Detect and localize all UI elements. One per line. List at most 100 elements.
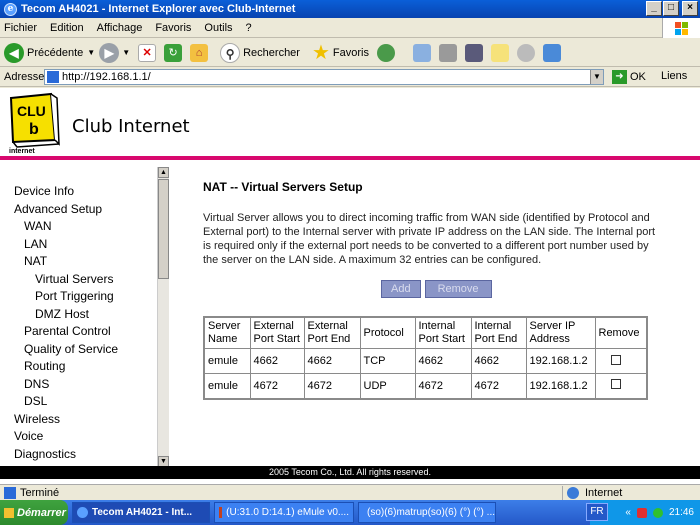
emule-icon — [219, 507, 223, 518]
page-done-icon — [4, 486, 16, 499]
nav-advanced-setup[interactable]: Advanced Setup — [14, 202, 102, 216]
maximize-button[interactable]: □ — [663, 1, 679, 16]
search-label: Rechercher — [243, 46, 300, 59]
cell-int-port-start: 4672 — [414, 373, 472, 399]
favorites-button[interactable]: ★ Favoris — [312, 40, 369, 65]
menu-help[interactable]: ? — [246, 22, 252, 34]
forward-dropdown-icon[interactable]: ▼ — [122, 48, 130, 57]
favorites-label: Favoris — [332, 46, 369, 59]
forward-button[interactable]: ▶ ▼ — [99, 42, 130, 63]
menu-edition[interactable]: Edition — [50, 22, 84, 34]
logo-text-clu: CLU — [17, 103, 46, 119]
browser-window: e Tecom AH4021 - Internet Explorer avec … — [0, 0, 700, 500]
brand-header: CLU b internet Club Internet — [0, 88, 700, 160]
nav-parental-control[interactable]: Parental Control — [24, 324, 111, 338]
nav-wireless[interactable]: Wireless — [14, 412, 60, 426]
back-dropdown-icon[interactable]: ▼ — [87, 48, 95, 57]
task-emule[interactable]: (U:31.0 D:14.1) eMule v0.... — [214, 502, 354, 523]
task-messenger[interactable]: (so)(6)matrup(so)(6) (°) (°) ... — [358, 502, 496, 523]
brand-name: Club Internet — [72, 116, 190, 137]
home-icon[interactable]: ⌂ — [190, 43, 209, 62]
toolbar: ◀ Précédente ▼ ▶ ▼ ✕ ↻ ⌂ ⚲ Rechercher ★ … — [0, 39, 700, 67]
col-protocol: Protocol — [359, 316, 416, 349]
print-icon[interactable] — [438, 43, 457, 62]
go-button[interactable]: ➜ OK — [612, 70, 646, 84]
star-icon: ★ — [311, 42, 330, 64]
menu-fichier[interactable]: Fichier — [4, 22, 37, 34]
page-footer: 2005 Tecom Co., Ltd. All rights reserved… — [0, 466, 700, 479]
remove-button[interactable]: Remove — [424, 280, 492, 298]
address-label: Adresse — [4, 70, 45, 83]
task-ie[interactable]: Tecom AH4021 - Int... — [72, 502, 210, 523]
menu-affichage[interactable]: Affichage — [97, 22, 143, 34]
menu-outils[interactable]: Outils — [204, 22, 232, 34]
nav-dns[interactable]: DNS — [24, 377, 49, 391]
back-button[interactable]: ◀ Précédente ▼ — [4, 42, 95, 63]
nav-diagnostics[interactable]: Diagnostics — [14, 447, 76, 461]
language-indicator[interactable]: FR — [586, 503, 608, 521]
cell-int-port-end: 4672 — [470, 373, 527, 399]
nav-dmz-host[interactable]: DMZ Host — [35, 307, 89, 321]
cell-remove — [594, 348, 648, 374]
tray-network-icon[interactable] — [652, 507, 663, 518]
start-button[interactable]: Démarrer — [0, 500, 68, 525]
clock: 21:46 — [668, 507, 694, 518]
edit-icon[interactable] — [464, 43, 483, 62]
nav-port-triggering[interactable]: Port Triggering — [35, 289, 114, 303]
nav-nat[interactable]: NAT — [24, 254, 47, 268]
add-button[interactable]: Add — [381, 280, 421, 298]
history-icon[interactable] — [376, 43, 395, 62]
close-button[interactable]: × — [682, 1, 698, 16]
go-label: OK — [630, 71, 646, 83]
minimize-button[interactable]: _ — [646, 1, 662, 16]
table-row: emule 4672 4672 UDP 4672 4672 192.168.1.… — [203, 373, 648, 399]
nav-wan[interactable]: WAN — [24, 219, 52, 233]
stop-icon[interactable]: ✕ — [138, 43, 157, 62]
search-icon: ⚲ — [220, 42, 241, 63]
note-icon[interactable] — [490, 43, 509, 62]
tray-app-icon[interactable] — [636, 507, 647, 518]
task-ie-label: Tecom AH4021 - Int... — [92, 507, 193, 518]
globe-icon — [567, 486, 579, 499]
address-bar: Adresse http://192.168.1.1/ ▼ ➜ OK Liens — [0, 67, 700, 87]
cell-int-port-end: 4662 — [470, 348, 527, 374]
links-button[interactable]: Liens — [661, 70, 687, 82]
nav-routing[interactable]: Routing — [24, 359, 65, 373]
cell-protocol: UDP — [359, 373, 416, 399]
back-arrow-icon: ◀ — [4, 42, 24, 63]
scroll-thumb[interactable] — [158, 179, 169, 279]
zone-text: Internet — [585, 486, 623, 499]
sidebar-nav: Device Info Advanced Setup WAN LAN NAT V… — [0, 164, 170, 469]
cell-remove — [594, 373, 648, 399]
nav-qos[interactable]: Quality of Service — [24, 342, 118, 356]
menu-bar: Fichier Edition Affichage Favoris Outils… — [0, 18, 700, 38]
table-row: emule 4662 4662 TCP 4662 4662 192.168.1.… — [203, 348, 648, 374]
cell-ext-port-end: 4672 — [303, 373, 361, 399]
messenger-icon[interactable] — [516, 43, 535, 62]
col-remove: Remove — [594, 316, 648, 349]
nav-voice[interactable]: Voice — [14, 429, 43, 443]
users-icon[interactable] — [542, 43, 561, 62]
mail-icon[interactable] — [412, 43, 431, 62]
ie-icon: e — [4, 2, 17, 16]
title-bar: e Tecom AH4021 - Internet Explorer avec … — [0, 0, 700, 18]
remove-checkbox[interactable] — [610, 354, 621, 365]
task-messenger-label: (so)(6)matrup(so)(6) (°) (°) ... — [367, 507, 495, 518]
menu-favoris[interactable]: Favoris — [155, 22, 191, 34]
main-panel: NAT -- Virtual Servers Setup Virtual Ser… — [203, 180, 663, 400]
scroll-up-icon[interactable]: ▲ — [158, 167, 169, 178]
nav-lan[interactable]: LAN — [24, 237, 47, 251]
col-ext-port-end: External Port End — [303, 316, 361, 349]
nav-virtual-servers[interactable]: Virtual Servers — [35, 272, 113, 286]
nav-device-info[interactable]: Device Info — [14, 184, 74, 198]
address-dropdown-icon[interactable]: ▼ — [590, 70, 603, 84]
start-label: Démarrer — [17, 506, 66, 519]
search-button[interactable]: ⚲ Rechercher — [220, 42, 300, 63]
sidebar-scrollbar[interactable]: ▲ ▼ — [157, 167, 169, 467]
nav-dsl[interactable]: DSL — [24, 394, 47, 408]
tray-expand-icon[interactable]: « — [625, 507, 631, 518]
remove-checkbox[interactable] — [610, 379, 621, 390]
refresh-icon[interactable]: ↻ — [164, 43, 183, 62]
back-label: Précédente — [27, 46, 84, 59]
address-input[interactable]: http://192.168.1.1/ ▼ — [44, 69, 604, 85]
